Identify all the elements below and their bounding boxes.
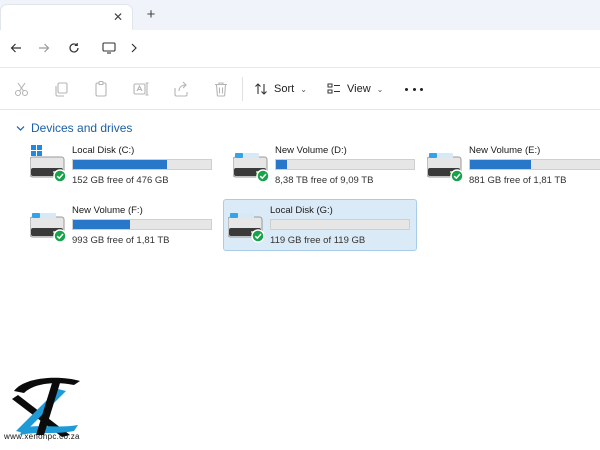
drive-free-space: 993 GB free of 1,81 TB — [72, 235, 170, 246]
chevron-right-icon[interactable] — [125, 39, 143, 57]
section-title: Devices and drives — [31, 121, 133, 135]
chevron-down-icon — [16, 125, 25, 131]
drive-icon — [29, 205, 67, 243]
drive-usage-bar — [275, 159, 415, 170]
drive-usage-fill — [276, 160, 288, 169]
drive-free-space: 8,38 TB free of 9,09 TB — [275, 175, 374, 186]
navigation-bar — [0, 30, 600, 68]
copy-icon[interactable] — [52, 80, 70, 98]
watermark-url: www.xenonpc.co.za — [4, 432, 80, 441]
sort-button[interactable]: Sort ⌄ — [254, 79, 307, 99]
drive-usage-bar — [469, 159, 600, 170]
drive-tile[interactable]: Local Disk (G:) 119 GB free of 119 GB — [223, 199, 417, 251]
delete-icon[interactable] — [212, 80, 230, 98]
drive-free-space: 119 GB free of 119 GB — [270, 235, 366, 246]
share-icon[interactable] — [172, 80, 190, 98]
drive-tile[interactable]: Local Disk (C:) 152 GB free of 476 GB — [26, 140, 220, 192]
more-icon[interactable] — [405, 81, 423, 97]
paste-icon[interactable] — [92, 80, 110, 98]
drive-free-space: 152 GB free of 476 GB — [72, 175, 169, 186]
drive-icon — [227, 205, 265, 243]
drive-tile[interactable]: New Volume (E:) 881 GB free of 1,81 TB — [423, 140, 600, 192]
drive-usage-bar — [72, 159, 212, 170]
view-label: View — [347, 83, 371, 95]
drive-name: Local Disk (G:) — [270, 205, 333, 216]
drive-icon — [426, 145, 464, 183]
more-dot — [420, 87, 423, 91]
drive-icon — [232, 145, 270, 183]
drive-free-space: 881 GB free of 1,81 TB — [469, 175, 567, 186]
drive-name: New Volume (E:) — [469, 145, 541, 156]
view-icon — [327, 83, 340, 94]
drive-usage-fill — [470, 160, 531, 169]
rename-icon[interactable] — [132, 80, 150, 98]
sort-label: Sort — [274, 83, 295, 95]
refresh-icon[interactable] — [65, 39, 83, 57]
sort-icon — [255, 83, 267, 95]
arrow-left-icon[interactable] — [7, 39, 25, 57]
tab-strip: ✕ + — [0, 0, 600, 30]
command-bar: Sort ⌄ View ⌄ — [0, 68, 600, 110]
drive-tile[interactable]: New Volume (D:) 8,38 TB free of 9,09 TB — [229, 140, 423, 192]
more-dot — [412, 87, 416, 91]
windows-logo — [31, 145, 42, 156]
drive-name: New Volume (D:) — [275, 145, 347, 156]
drive-name: New Volume (F:) — [72, 205, 143, 216]
drive-icon — [29, 145, 67, 183]
monitor-icon[interactable] — [100, 39, 118, 57]
drive-usage-fill — [73, 220, 130, 229]
cut-icon[interactable] — [13, 80, 31, 98]
arrow-right-icon[interactable] — [35, 39, 53, 57]
more-dot — [405, 87, 408, 91]
drive-tile[interactable]: New Volume (F:) 993 GB free of 1,81 TB — [26, 200, 220, 252]
chevron-down-icon: ⌄ — [300, 84, 307, 94]
tab[interactable]: ✕ — [0, 4, 133, 30]
plus-icon[interactable]: + — [143, 7, 159, 23]
drive-usage-fill — [73, 160, 167, 169]
view-button[interactable]: View ⌄ — [327, 79, 383, 99]
chevron-down-icon: ⌄ — [376, 84, 384, 94]
drive-usage-bar — [270, 219, 410, 230]
close-icon[interactable]: ✕ — [111, 10, 125, 24]
drive-usage-bar — [72, 219, 212, 230]
drive-name: Local Disk (C:) — [72, 145, 135, 156]
toolbar-divider — [242, 77, 243, 101]
section-header-devices[interactable]: Devices and drives — [16, 120, 132, 136]
